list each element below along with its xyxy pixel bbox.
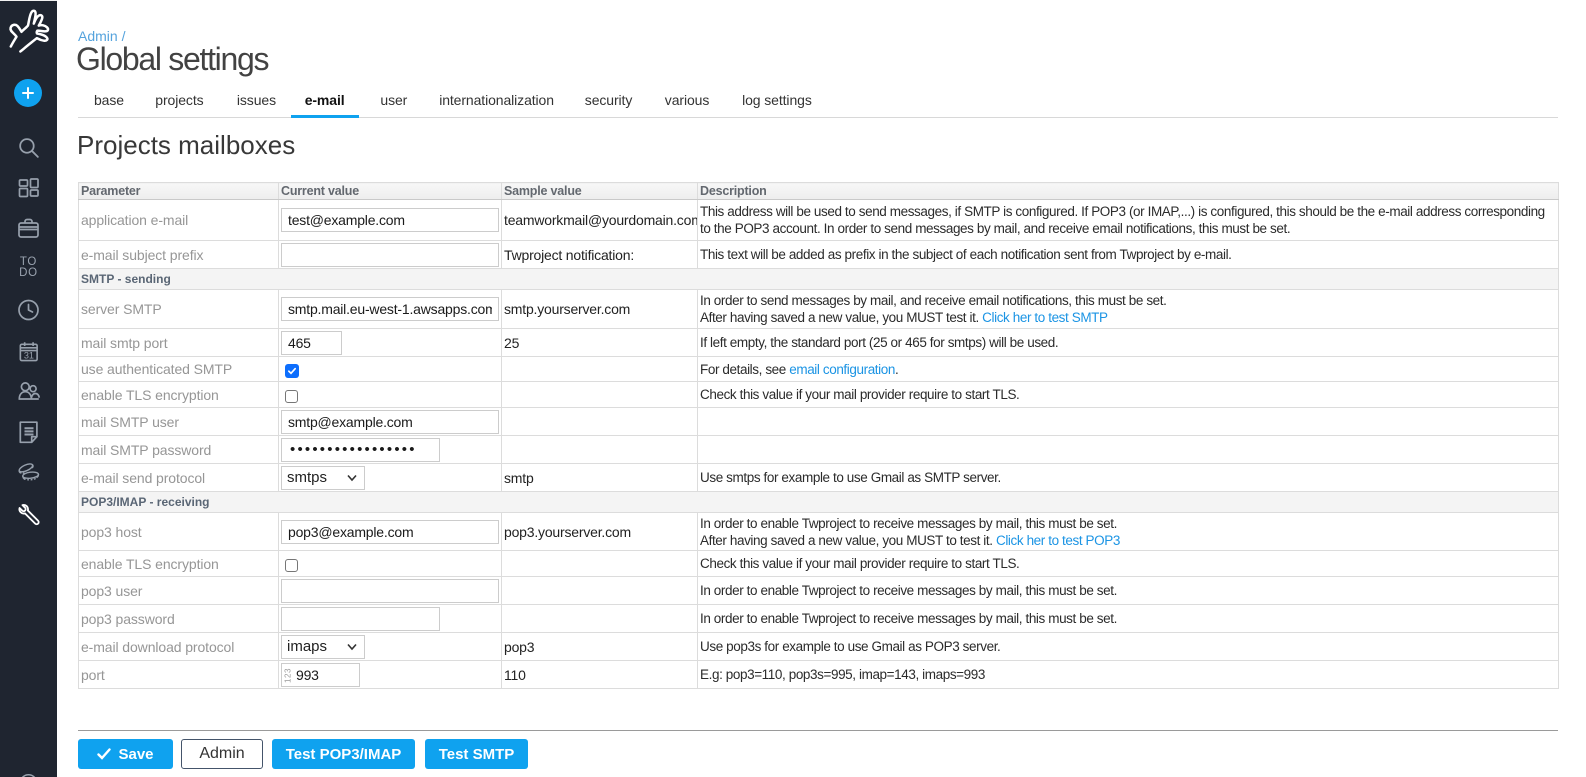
svg-text:31: 31 (24, 351, 34, 361)
